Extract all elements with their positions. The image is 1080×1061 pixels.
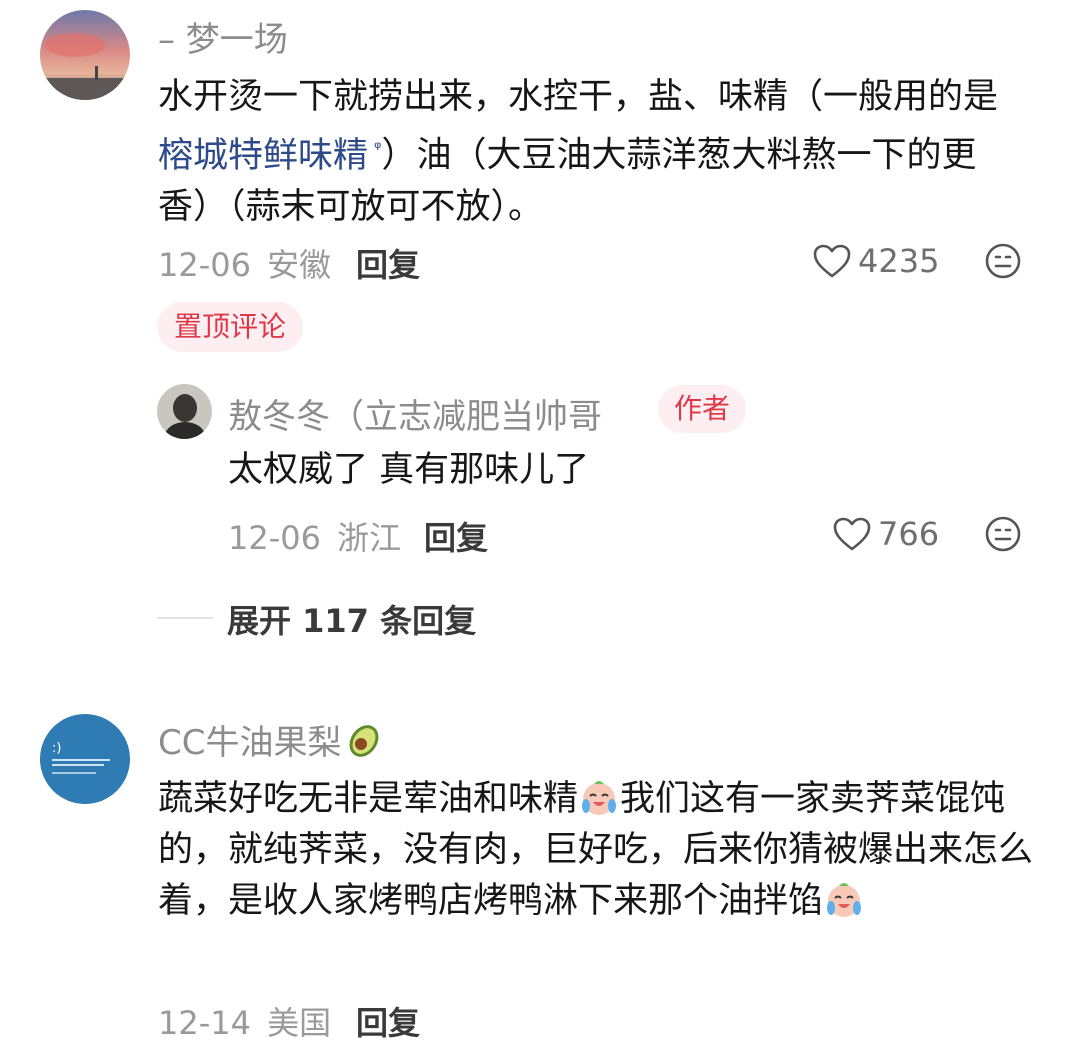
search-link[interactable]: 榕城特鲜味精 ᵠ	[158, 136, 382, 176]
comment-meta: 12-06 安徽	[158, 240, 331, 286]
like-button[interactable]: 4235	[812, 242, 939, 280]
reply-avatar[interactable]	[157, 384, 212, 439]
comment-location: 安徽	[267, 246, 332, 284]
like-count: 4235	[858, 242, 940, 280]
heart-icon	[832, 516, 872, 552]
comment-location: 美国	[267, 1004, 332, 1042]
heart-icon	[812, 243, 852, 279]
comment-date: 12-14	[158, 1004, 251, 1042]
neutral-face-icon[interactable]	[984, 242, 1022, 280]
expand-replies-button[interactable]: 展开 117 条回复	[227, 596, 476, 642]
reply-username[interactable]: 敖冬冬（立志减肥当帅哥	[228, 389, 602, 438]
author-badge: 作者	[658, 385, 746, 433]
like-count: 766	[878, 515, 940, 553]
pinned-badge: 置顶评论	[157, 302, 303, 352]
comment-username-row[interactable]: CC牛油果梨	[158, 715, 385, 764]
avatar[interactable]: :)	[40, 714, 130, 804]
search-link-label: 榕城特鲜味精	[158, 135, 369, 176]
comment-meta: 12-14 美国	[158, 998, 331, 1044]
search-superscript-icon: ᵠ	[374, 138, 382, 159]
reply-button[interactable]: 回复	[356, 998, 420, 1044]
reply-text: 太权威了 真有那味儿了	[228, 450, 590, 490]
reply-date: 12-06	[228, 519, 321, 557]
like-button[interactable]: 766	[832, 515, 939, 553]
reply-location: 浙江	[337, 519, 402, 557]
crying-laughing-emoji	[578, 776, 620, 818]
svg-text::): :)	[52, 741, 61, 756]
reply-button[interactable]: 回复	[356, 240, 420, 286]
reply-button[interactable]: 回复	[424, 513, 488, 559]
expand-divider	[157, 617, 213, 619]
comment-username[interactable]: – 梦一场	[158, 12, 288, 61]
comment-date: 12-06	[158, 246, 251, 284]
reply-meta: 12-06 浙江	[228, 513, 401, 559]
comment-text: 水开烫一下就捞出来，水控干，盐、味精（一般用的是 榕城特鲜味精 ᵠ）油（大豆油大蒜…	[158, 72, 1028, 233]
avatar[interactable]	[40, 10, 130, 100]
avocado-icon	[343, 719, 385, 761]
comment-username: CC牛油果梨	[158, 723, 342, 763]
comment-text-part: 水开烫一下就捞出来，水控干，盐、味精（一般用的是	[158, 77, 999, 117]
comment-text: 蔬菜好吃无非是荤油和味精 我们这有一家卖荠菜馄饨的，就纯荠菜，没有肉，巨好吃，后…	[158, 774, 1033, 927]
comment-text-part: 蔬菜好吃无非是荤油和味精	[158, 779, 579, 819]
crying-laughing-emoji	[823, 878, 865, 920]
neutral-face-icon[interactable]	[984, 515, 1022, 553]
